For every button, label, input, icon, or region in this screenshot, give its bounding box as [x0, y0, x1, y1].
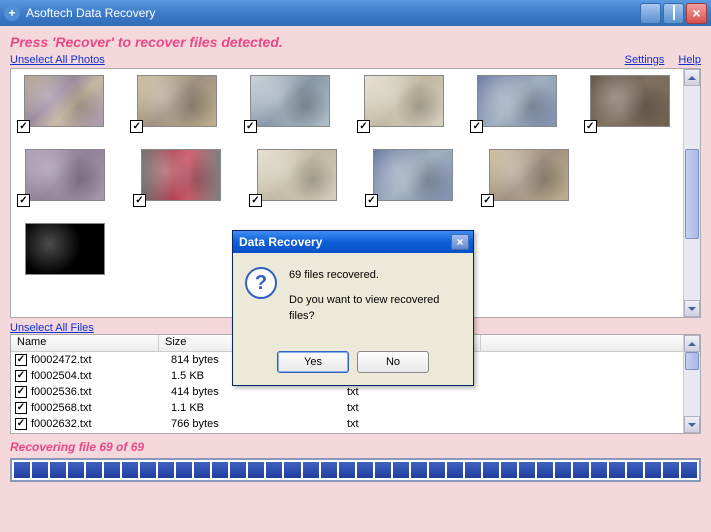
app-icon	[4, 5, 20, 21]
yes-button[interactable]: Yes	[277, 351, 349, 373]
column-header-name[interactable]: Name	[11, 335, 159, 351]
dialog: Data Recovery ? 69 files recovered. Do y…	[232, 230, 474, 386]
file-checkbox[interactable]	[15, 354, 27, 366]
photo-checkbox[interactable]	[133, 194, 146, 207]
photo-thumb[interactable]	[481, 149, 577, 205]
file-name: f0002568.txt	[31, 402, 171, 414]
photo-checkbox[interactable]	[584, 120, 597, 133]
help-link[interactable]: Help	[678, 54, 701, 66]
dialog-close-button[interactable]	[451, 234, 469, 250]
photo-thumb[interactable]	[584, 75, 677, 131]
photo-thumb[interactable]	[249, 149, 345, 205]
column-header-blank[interactable]	[481, 335, 683, 351]
file-size: 1.1 KB	[171, 402, 347, 414]
unselect-all-photos-link[interactable]: Unselect All Photos	[10, 54, 105, 66]
files-scrollbar[interactable]	[683, 335, 700, 433]
no-button[interactable]: No	[357, 351, 429, 373]
photo-thumb[interactable]	[133, 149, 229, 205]
dialog-title: Data Recovery	[237, 235, 451, 249]
photo-checkbox[interactable]	[249, 194, 262, 207]
file-name: f0002472.txt	[31, 354, 171, 366]
scroll-thumb[interactable]	[685, 149, 699, 239]
titlebar: Asoftech Data Recovery	[0, 0, 711, 26]
photo-checkbox[interactable]	[481, 194, 494, 207]
close-button[interactable]	[686, 3, 707, 24]
photo-checkbox[interactable]	[17, 194, 30, 207]
dialog-message: 69 files recovered. Do you want to view …	[289, 267, 461, 333]
photo-checkbox[interactable]	[357, 120, 370, 133]
window-title: Asoftech Data Recovery	[26, 6, 640, 20]
progress-bar	[10, 458, 701, 482]
photo-checkbox[interactable]	[130, 120, 143, 133]
unselect-all-files-link[interactable]: Unselect All Files	[10, 322, 94, 334]
photo-thumb[interactable]	[365, 149, 461, 205]
photo-checkbox[interactable]	[17, 120, 30, 133]
maximize-button[interactable]	[663, 3, 684, 24]
instruction-text: Press 'Recover' to recover files detecte…	[10, 34, 701, 50]
minimize-button[interactable]	[640, 3, 661, 24]
photo-checkbox[interactable]	[244, 120, 257, 133]
status-text: Recovering file 69 of 69	[10, 440, 701, 454]
photo-thumb[interactable]	[357, 75, 450, 131]
file-name: f0002536.txt	[31, 386, 171, 398]
file-checkbox[interactable]	[15, 370, 27, 382]
scroll-up-button[interactable]	[684, 335, 700, 352]
scroll-down-button[interactable]	[684, 300, 700, 317]
table-row[interactable]: f0002632.txt766 bytestxt	[11, 416, 683, 432]
file-checkbox[interactable]	[15, 418, 27, 430]
table-row[interactable]: f0002568.txt1.1 KBtxt	[11, 400, 683, 416]
file-name: f0002632.txt	[31, 418, 171, 430]
file-size: 414 bytes	[171, 386, 347, 398]
photo-checkbox[interactable]	[365, 194, 378, 207]
scroll-down-button[interactable]	[684, 416, 700, 433]
file-name: f0002504.txt	[31, 370, 171, 382]
photo-thumb[interactable]	[130, 75, 223, 131]
settings-link[interactable]: Settings	[625, 54, 665, 66]
photo-thumb[interactable]	[17, 223, 113, 279]
scroll-thumb[interactable]	[685, 352, 699, 370]
file-checkbox[interactable]	[15, 386, 27, 398]
question-icon: ?	[245, 267, 277, 299]
photo-thumb[interactable]	[470, 75, 563, 131]
file-checkbox[interactable]	[15, 402, 27, 414]
photo-checkbox[interactable]	[470, 120, 483, 133]
photo-thumb[interactable]	[244, 75, 337, 131]
scroll-up-button[interactable]	[684, 69, 700, 86]
photo-thumb[interactable]	[17, 75, 110, 131]
table-row[interactable]: f0002536.txt414 bytestxt	[11, 384, 683, 400]
file-size: 766 bytes	[171, 418, 347, 430]
file-extension: txt	[347, 402, 493, 414]
file-extension: txt	[347, 418, 493, 430]
photo-thumb[interactable]	[17, 149, 113, 205]
photos-scrollbar[interactable]	[683, 69, 700, 317]
file-extension: txt	[347, 386, 493, 398]
